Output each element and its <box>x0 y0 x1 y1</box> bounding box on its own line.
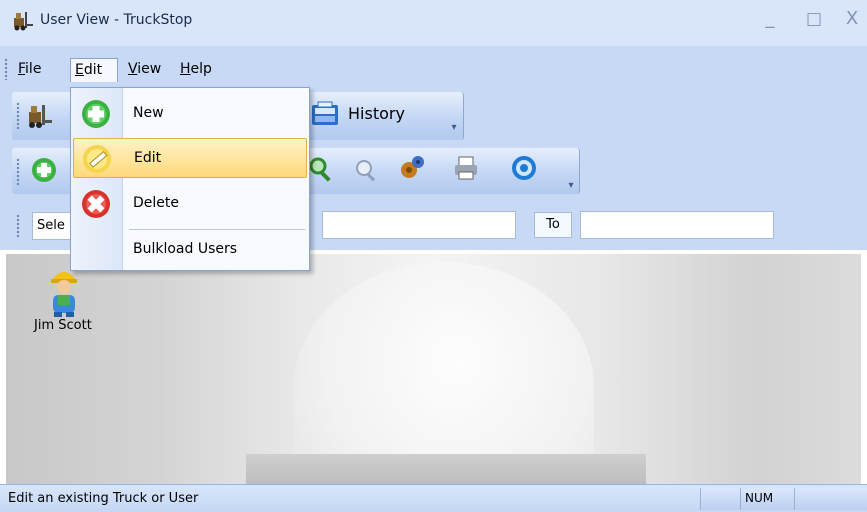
toolbar-actions-overflow[interactable]: ▾ <box>566 180 576 192</box>
print-icon[interactable] <box>452 154 480 182</box>
menu-edit[interactable]: Edit <box>70 58 118 82</box>
forklift-icon[interactable] <box>26 102 54 130</box>
toolbar-grip[interactable] <box>16 158 20 186</box>
add-green-icon <box>82 100 110 128</box>
menu-bar: File Edit View Help <box>0 46 867 90</box>
pencil-icon <box>83 145 111 173</box>
menu-item-delete[interactable]: Delete <box>73 184 307 224</box>
from-field[interactable] <box>322 211 516 239</box>
add-icon[interactable] <box>30 156 58 184</box>
menu-view[interactable]: View <box>124 58 165 82</box>
menu-item-bulkload-users[interactable]: Bulkload Users <box>73 230 307 270</box>
menu-file[interactable]: File <box>14 58 45 82</box>
num-lock-indicator: NUM <box>740 488 794 510</box>
status-message: Edit an existing Truck or User <box>8 491 199 506</box>
close-button[interactable]: X <box>840 8 864 32</box>
status-cell-grip[interactable] <box>794 488 867 510</box>
history-label: History <box>348 104 405 123</box>
menubar-grip[interactable] <box>4 58 8 80</box>
toolbar-main-overflow[interactable]: ▾ <box>449 122 459 134</box>
menu-item-new[interactable]: New <box>73 94 307 134</box>
to-field[interactable] <box>580 211 774 239</box>
user-name-label[interactable]: Jim Scott <box>34 318 92 333</box>
search-small-icon[interactable] <box>352 156 380 184</box>
window-title: User View - TruckStop <box>40 12 193 28</box>
delete-red-icon <box>82 190 110 218</box>
menu-item-edit[interactable]: Edit <box>73 138 307 178</box>
maximize-button[interactable]: □ <box>802 8 826 32</box>
search-icon[interactable] <box>308 156 336 184</box>
history-icon <box>312 101 338 125</box>
minimize-button[interactable]: _ <box>758 8 782 32</box>
background-helmet-image <box>294 262 594 484</box>
help-icon[interactable] <box>510 154 538 182</box>
toolbar-grip[interactable] <box>16 102 20 130</box>
user-view-panel[interactable]: Jim Scott <box>6 254 861 484</box>
filter-grip[interactable] <box>16 214 20 238</box>
gears-icon[interactable] <box>398 154 426 182</box>
menu-help[interactable]: Help <box>176 58 216 82</box>
background-shade <box>246 454 646 484</box>
to-label: To <box>534 212 572 238</box>
title-bar: User View - TruckStop _ □ X <box>0 0 867 46</box>
history-button[interactable]: History <box>304 97 444 133</box>
edit-menu-dropdown: New Edit Delete Bulkload Users <box>70 87 310 271</box>
forklift-icon <box>14 12 33 31</box>
status-bar: Edit an existing Truck or User NUM <box>0 484 867 512</box>
select-dropdown[interactable]: Sele <box>32 212 72 240</box>
status-cell-blank <box>700 488 740 510</box>
